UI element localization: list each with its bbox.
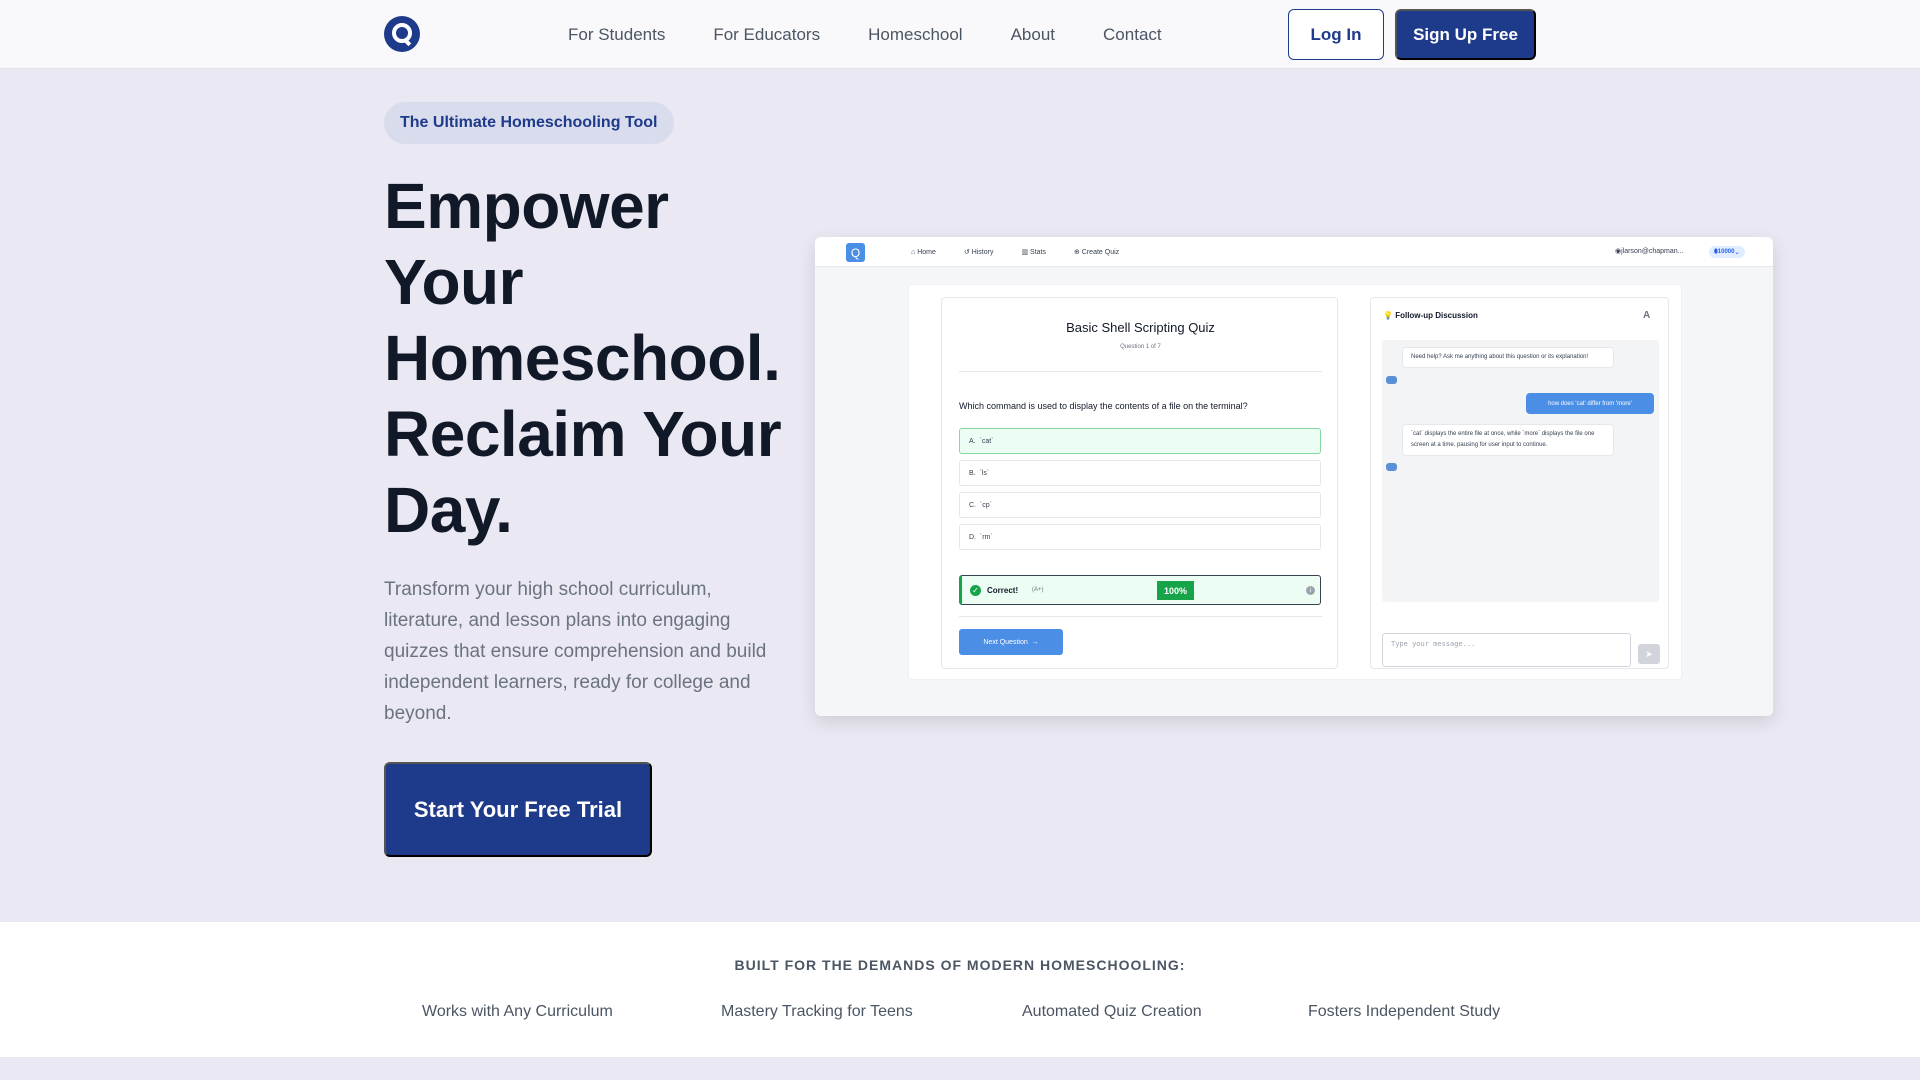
- preview-coin-badge: ⬮ 10000 ⌄: [1709, 246, 1745, 258]
- option-text: `cat`: [979, 437, 994, 445]
- login-button[interactable]: Log In: [1288, 9, 1384, 60]
- preview-navbar: Q ⌂ Home ↺ History ▥ Stats ⊕ Create Quiz…: [815, 237, 1773, 267]
- preview-quiz-question: Which command is used to display the con…: [959, 401, 1248, 411]
- option-letter: C.: [969, 501, 976, 509]
- nav-link-about[interactable]: About: [1011, 25, 1055, 45]
- result-grade: (A+): [1032, 587, 1044, 593]
- preview-option-c: C. `cp`: [959, 492, 1321, 518]
- app-preview-screenshot: Q ⌂ Home ↺ History ▥ Stats ⊕ Create Quiz…: [815, 237, 1773, 716]
- nav-link-contact[interactable]: Contact: [1103, 25, 1162, 45]
- features-band-title: BUILT FOR THE DEMANDS OF MODERN HOMESCHO…: [734, 957, 1186, 973]
- feature-mastery-tracking: Mastery Tracking for Teens: [721, 1003, 913, 1020]
- preview-logo-icon: Q: [846, 243, 865, 262]
- preview-nav-items: ⌂ Home ↺ History ▥ Stats ⊕ Create Quiz: [911, 237, 1147, 267]
- lightbulb-icon: 💡: [1383, 311, 1393, 320]
- divider: [959, 616, 1322, 617]
- feature-automated-quiz-creation: Automated Quiz Creation: [1022, 1003, 1202, 1020]
- preview-option-d: D. `rm`: [959, 524, 1321, 550]
- nav-link-for-students[interactable]: For Students: [568, 25, 665, 45]
- main-nav: For Students For Educators Homeschool Ab…: [568, 0, 1210, 69]
- preview-nav-history: ↺ History: [963, 249, 994, 256]
- preview-nav-history-label: History: [971, 249, 994, 256]
- option-letter: B.: [969, 469, 976, 477]
- preview-chat-input: Type your message...: [1382, 633, 1631, 667]
- feature-fosters-independent-study: Fosters Independent Study: [1308, 1003, 1501, 1020]
- preview-user-email-text: jlarson@chapman...: [1621, 248, 1684, 255]
- bot-avatar-icon: [1386, 376, 1397, 384]
- preview-quiz-progress: Question 1 of 7: [1120, 344, 1161, 350]
- q-logo-icon[interactable]: [384, 16, 420, 52]
- preview-coin-count: 10000: [1717, 249, 1735, 255]
- option-text: `cp`: [979, 501, 992, 509]
- hero-headline: Empower Your Homeschool. Reclaim Your Da…: [384, 170, 782, 546]
- features-band: BUILT FOR THE DEMANDS OF MODERN HOMESCHO…: [0, 922, 1920, 1058]
- preview-nav-home-label: Home: [917, 248, 936, 256]
- result-percent: 100%: [1157, 581, 1194, 600]
- preview-option-b: B. `ls`: [959, 460, 1321, 486]
- result-label: Correct!: [987, 586, 1019, 595]
- option-letter: D.: [969, 533, 976, 541]
- preview-nav-stats-label: Stats: [1030, 249, 1046, 256]
- chat-title: Follow-up Discussion: [1395, 311, 1478, 320]
- option-text: `rm`: [979, 533, 993, 541]
- nav-link-for-educators[interactable]: For Educators: [713, 25, 820, 45]
- bot-message: Need help? Ask me anything about this qu…: [1402, 347, 1614, 368]
- preview-user-email: ◉jlarson@chapman...: [1615, 248, 1684, 255]
- preview-result-banner: ✓ Correct! (A+) 100% i: [959, 575, 1321, 605]
- arrow-right-icon: →: [1031, 638, 1039, 646]
- preview-content: Basic Shell Scripting Quiz Question 1 of…: [908, 284, 1682, 680]
- info-icon: i: [1306, 586, 1315, 595]
- next-question-label: Next Question: [983, 638, 1028, 646]
- preview-chat-messages: Need help? Ask me anything about this qu…: [1382, 340, 1659, 602]
- preview-nav-create-quiz-label: Create Quiz: [1081, 249, 1120, 256]
- preview-nav-create-quiz: ⊕ Create Quiz: [1073, 249, 1120, 256]
- start-free-trial-button[interactable]: Start Your Free Trial: [384, 762, 652, 857]
- preview-chat-header: 💡 Follow-up Discussion: [1383, 311, 1478, 320]
- top-navbar: For Students For Educators Homeschool Ab…: [0, 0, 1920, 69]
- preview-nav-home: ⌂ Home: [911, 248, 936, 256]
- preview-quiz-card: Basic Shell Scripting Quiz Question 1 of…: [941, 297, 1338, 669]
- preview-option-a: A. `cat`: [959, 428, 1321, 454]
- option-letter: A.: [969, 437, 976, 445]
- hero-subtext: Transform your high school curriculum, l…: [384, 579, 767, 724]
- send-icon: ➤: [1638, 644, 1660, 664]
- user-message: how does 'cat' differ from 'more': [1526, 393, 1654, 414]
- preview-next-question-button: Next Question →: [959, 629, 1063, 655]
- bot-message: `cat` displays the entire file at once, …: [1402, 424, 1614, 456]
- font-size-toggle-icon: A: [1643, 310, 1651, 321]
- option-text: `ls`: [979, 469, 990, 477]
- bot-avatar-icon: [1386, 463, 1397, 471]
- nav-link-homeschool[interactable]: Homeschool: [868, 25, 963, 45]
- signup-button[interactable]: Sign Up Free: [1395, 9, 1536, 60]
- preview-nav-stats: ▥ Stats: [1021, 249, 1046, 256]
- preview-chat-card: 💡 Follow-up Discussion A Need help? Ask …: [1370, 297, 1669, 669]
- divider: [959, 371, 1322, 372]
- check-circle-icon: ✓: [970, 585, 981, 596]
- feature-works-with-any-curriculum: Works with Any Curriculum: [422, 1003, 613, 1020]
- preview-quiz-title: Basic Shell Scripting Quiz: [1066, 320, 1215, 335]
- hero-pill-badge: The Ultimate Homeschooling Tool: [384, 102, 674, 144]
